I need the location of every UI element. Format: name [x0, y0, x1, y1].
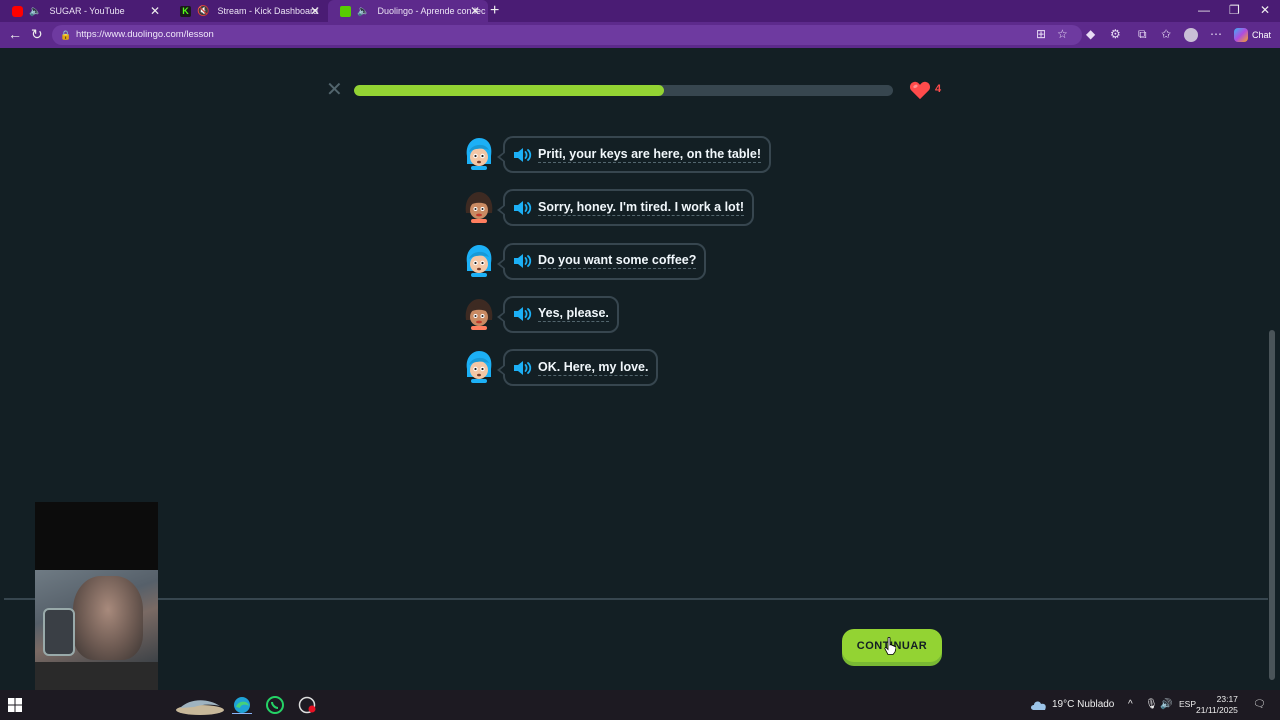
- video-frame: [35, 570, 158, 662]
- dialog-text[interactable]: Yes, please.: [538, 306, 609, 323]
- dark-haired-character-avatar-icon: [465, 192, 493, 224]
- tab-title: Stream - Kick Dashboard: [217, 6, 318, 16]
- obs-recording-icon[interactable]: [298, 696, 318, 714]
- clock-time: 23:17: [1216, 694, 1238, 704]
- tab-duolingo[interactable]: 🔈 Duolingo - Aprende con lec ✕: [328, 0, 488, 22]
- copilot-icon: [1234, 28, 1248, 42]
- close-tab-icon[interactable]: ✕: [310, 4, 320, 18]
- language-indicator[interactable]: ESP: [1179, 699, 1196, 709]
- blue-haired-character-avatar-icon: [466, 351, 492, 384]
- quit-lesson-close-icon[interactable]: ✕: [326, 80, 343, 100]
- dark-haired-character-avatar-icon: [465, 298, 493, 330]
- dialog-text[interactable]: Do you want some coffee?: [538, 253, 697, 270]
- muted-speaker-icon[interactable]: 🔇: [197, 6, 209, 17]
- show-hidden-icons-chevron-icon[interactable]: ^: [1128, 699, 1133, 710]
- back-icon[interactable]: ←: [8, 26, 22, 42]
- extension-diamond-icon[interactable]: ◆: [1086, 27, 1095, 41]
- picture-in-picture-video[interactable]: [35, 502, 158, 720]
- new-tab-icon[interactable]: +: [490, 2, 499, 20]
- speaker-icon[interactable]: [513, 147, 533, 163]
- speaker-icon[interactable]: 🔈: [357, 6, 369, 17]
- close-tab-icon[interactable]: ✕: [150, 4, 160, 18]
- speech-bubble[interactable]: Sorry, honey. I'm tired. I work a lot!: [496, 189, 755, 227]
- edge-browser-icon[interactable]: [232, 696, 252, 714]
- dialog-text[interactable]: Priti, your keys are here, on the table!: [538, 147, 761, 163]
- video-person-image: [73, 576, 143, 660]
- tab-youtube[interactable]: 🔈 SUGAR - YouTube ✕: [0, 0, 168, 22]
- copilot-chat-button[interactable]: Chat: [1230, 25, 1276, 45]
- dialog-text[interactable]: Sorry, honey. I'm tired. I work a lot!: [538, 200, 745, 216]
- volume-icon[interactable]: 🔊: [1160, 699, 1172, 710]
- blue-haired-character-avatar-icon: [466, 138, 492, 170]
- progress-fill: [354, 85, 664, 96]
- profile-avatar-icon[interactable]: [1184, 28, 1198, 42]
- extensions-icon[interactable]: ⚙: [1110, 27, 1121, 41]
- restore-icon[interactable]: ❐: [1229, 3, 1240, 17]
- speaker-icon[interactable]: [513, 253, 533, 269]
- footer-divider: [4, 598, 1268, 600]
- microphone-icon[interactable]: 🎙: [1145, 699, 1158, 710]
- speech-bubble[interactable]: Priti, your keys are here, on the table!: [497, 136, 771, 173]
- speaker-icon[interactable]: [513, 360, 533, 376]
- heart-icon: [909, 81, 931, 100]
- video-mask-image: [43, 608, 75, 656]
- kick-icon: K: [180, 5, 191, 17]
- dialog-text[interactable]: OK. Here, my love.: [538, 360, 649, 376]
- speech-bubble[interactable]: OK. Here, my love.: [496, 349, 659, 387]
- favorites-icon[interactable]: ✩: [1161, 27, 1171, 41]
- windows-taskbar: 19°C Nublado ^ 🎙 🔊 ESP 23:17 21/11/2025 …: [0, 690, 1280, 720]
- speaker-icon[interactable]: [513, 306, 533, 322]
- speaker-icon[interactable]: 🔈: [29, 6, 41, 17]
- app-available-icon[interactable]: ⊞: [1036, 27, 1046, 41]
- refresh-icon[interactable]: ↻: [31, 26, 43, 43]
- close-window-icon[interactable]: ✕: [1260, 3, 1270, 17]
- tab-title: SUGAR - YouTube: [49, 6, 125, 16]
- hand-cursor-icon: [884, 637, 896, 655]
- close-tab-icon[interactable]: ✕: [470, 4, 480, 18]
- url-text: https://www.duolingo.com/lesson: [76, 29, 214, 40]
- blue-haired-character-avatar-icon: [466, 244, 492, 277]
- tab-kick[interactable]: K 🔇 Stream - Kick Dashboard ✕: [168, 0, 328, 22]
- youtube-icon: [12, 5, 23, 17]
- whatsapp-icon[interactable]: [265, 696, 285, 714]
- cloud-weather-icon: [1031, 701, 1046, 710]
- address-bar-row: ← ↻ 🔒 https://www.duolingo.com/lesson ⊞ …: [0, 22, 1280, 48]
- speech-bubble[interactable]: Yes, please.: [497, 295, 619, 333]
- system-clock[interactable]: 23:17 21/11/2025: [1196, 694, 1238, 716]
- split-screen-icon[interactable]: ⧉: [1138, 27, 1147, 42]
- speaker-icon[interactable]: [513, 200, 533, 216]
- browser-title-bar: 🔈 SUGAR - YouTube ✕ K 🔇 Stream - Kick Da…: [0, 0, 1280, 22]
- url-field[interactable]: 🔒 https://www.duolingo.com/lesson: [52, 25, 1082, 45]
- favorite-star-icon[interactable]: ☆: [1057, 27, 1068, 41]
- minimize-icon[interactable]: —: [1198, 3, 1210, 17]
- clock-date: 21/11/2025: [1196, 705, 1238, 715]
- notifications-icon[interactable]: 🗨: [1253, 699, 1266, 710]
- windows-start-icon[interactable]: [8, 698, 22, 712]
- more-menu-icon[interactable]: ⋯: [1210, 27, 1222, 41]
- dolphin-widget-icon[interactable]: [172, 694, 228, 718]
- chat-label: Chat: [1252, 30, 1272, 40]
- duolingo-icon: [340, 5, 351, 17]
- lesson-progress-bar: [354, 85, 893, 96]
- lock-icon: 🔒: [60, 30, 72, 40]
- scrollbar-thumb[interactable]: [1269, 330, 1275, 680]
- speech-bubble[interactable]: Do you want some coffee?: [496, 242, 707, 280]
- hearts-count: 4: [935, 83, 942, 95]
- weather-text[interactable]: 19°C Nublado: [1052, 699, 1114, 710]
